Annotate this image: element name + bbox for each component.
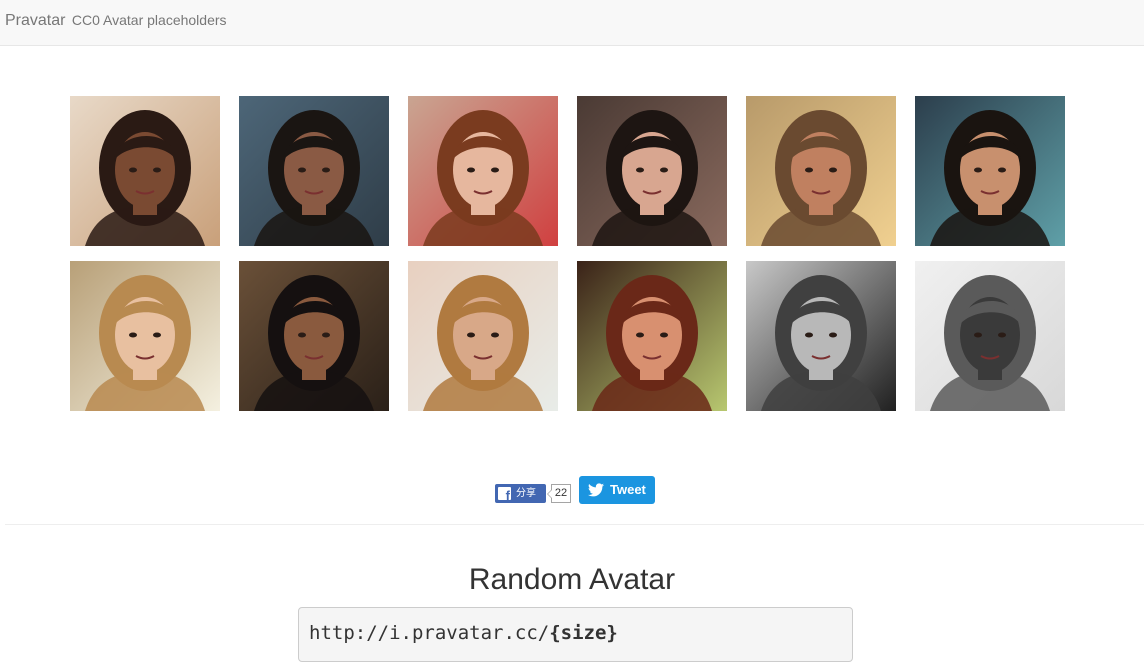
avatar-photo (239, 96, 389, 246)
avatar-photo (746, 96, 896, 246)
random-avatar-url-code[interactable]: http://i.pravatar.cc/{size} (298, 607, 853, 662)
avatar-photo (408, 96, 558, 246)
avatar-photo (239, 261, 389, 411)
brand-name[interactable]: Pravatar (5, 12, 65, 29)
avatar-12[interactable] (915, 261, 1065, 411)
avatar-photo (70, 96, 220, 246)
share-bar: f 分享 22 Tweet (495, 476, 665, 506)
avatar-10[interactable] (577, 261, 727, 411)
avatar-5[interactable] (746, 96, 896, 246)
brand[interactable]: Pravatar CC0 Avatar placeholders (5, 12, 227, 30)
avatar-photo (915, 261, 1065, 411)
tweet-button[interactable]: Tweet (579, 476, 655, 504)
avatar-11[interactable] (746, 261, 896, 411)
avatar-grid (70, 96, 1066, 412)
facebook-icon: f (498, 487, 511, 502)
avatar-3[interactable] (408, 96, 558, 246)
section-divider (5, 524, 1144, 525)
avatar-8[interactable] (239, 261, 389, 411)
url-prefix: http://i.pravatar.cc/ (309, 622, 550, 644)
url-size-param: {size} (549, 622, 618, 644)
navbar: Pravatar CC0 Avatar placeholders (0, 0, 1144, 46)
avatar-4[interactable] (577, 96, 727, 246)
twitter-bird-icon (588, 483, 604, 497)
tweet-label: Tweet (610, 482, 646, 497)
avatar-photo (70, 261, 220, 411)
avatar-7[interactable] (70, 261, 220, 411)
avatar-2[interactable] (239, 96, 389, 246)
avatar-1[interactable] (70, 96, 220, 246)
brand-tagline: CC0 Avatar placeholders (71, 12, 227, 28)
avatar-photo (746, 261, 896, 411)
avatar-photo (408, 261, 558, 411)
avatar-6[interactable] (915, 96, 1065, 246)
avatar-photo (577, 261, 727, 411)
facebook-share-button[interactable]: f 分享 (495, 484, 546, 503)
random-avatar-heading: Random Avatar (468, 563, 676, 596)
facebook-share-count: 22 (547, 484, 571, 503)
avatar-photo (577, 96, 727, 246)
facebook-share-label: 分享 (516, 488, 536, 499)
avatar-photo (915, 96, 1065, 246)
avatar-9[interactable] (408, 261, 558, 411)
